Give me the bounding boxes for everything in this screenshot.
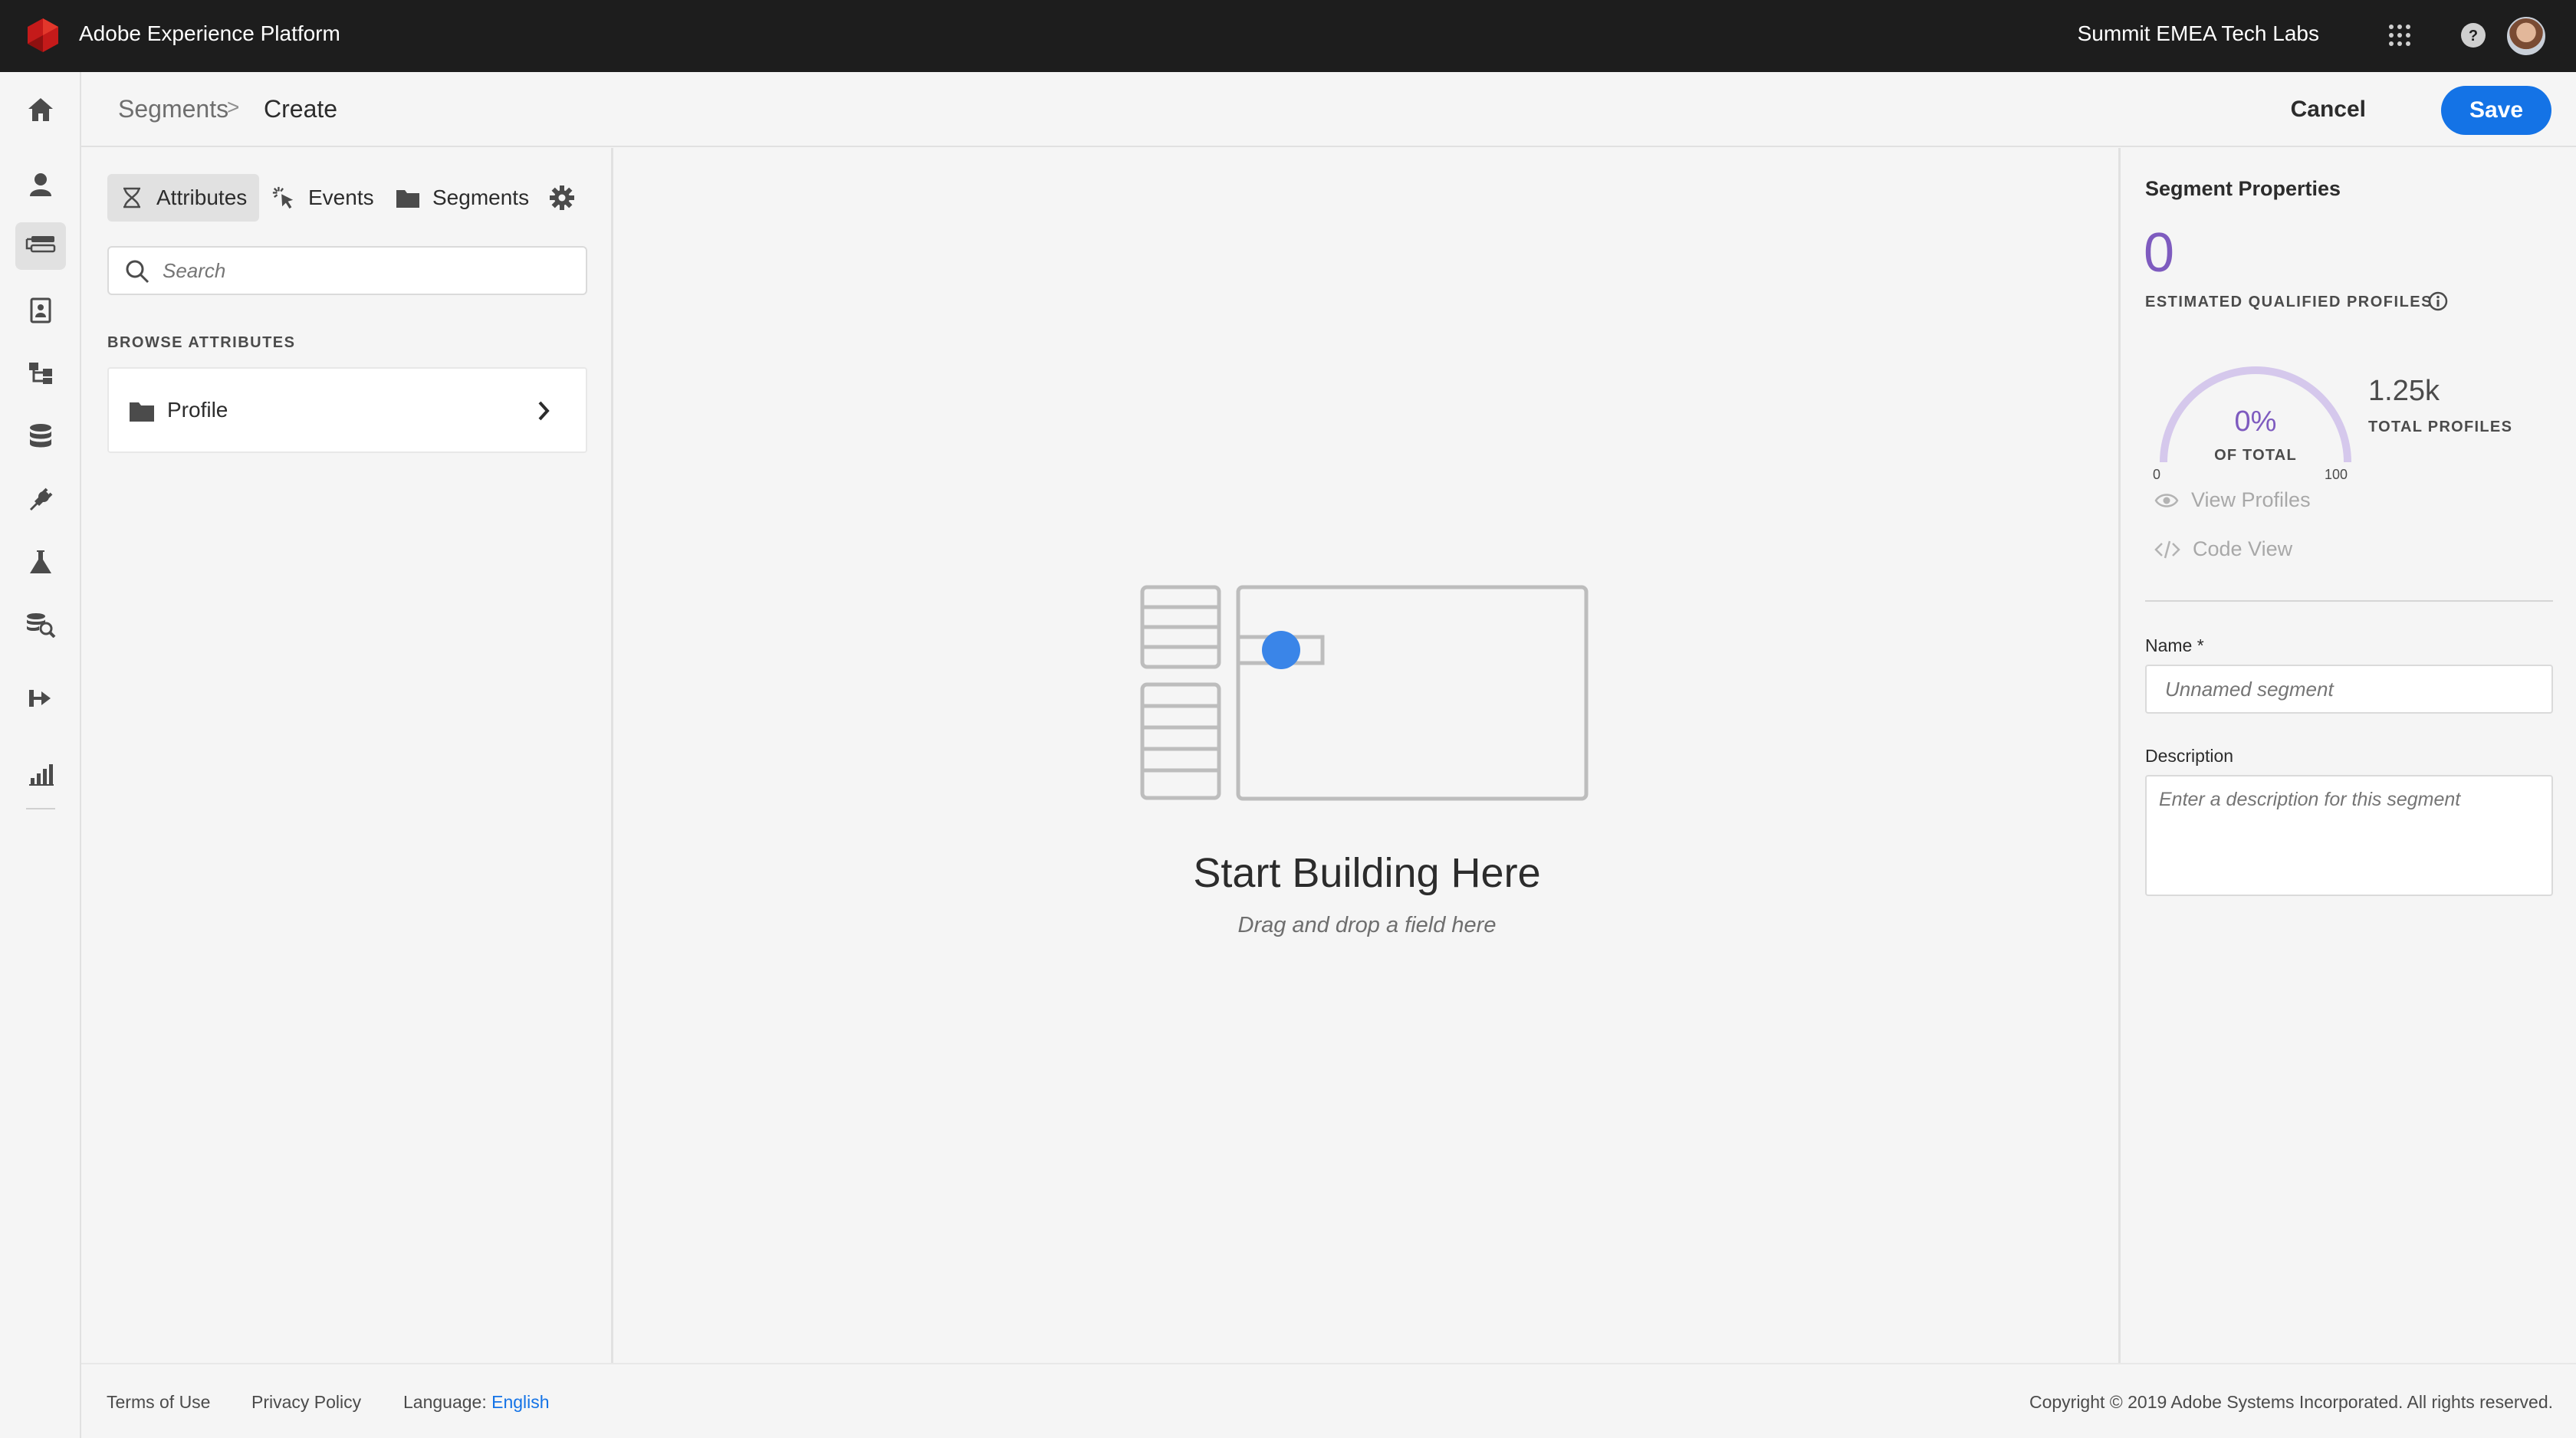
code-icon [2154, 540, 2180, 558]
datasets-icon[interactable] [15, 412, 66, 460]
rail-divider [26, 808, 55, 809]
help-icon[interactable]: ? [2458, 20, 2489, 51]
home-icon[interactable] [15, 86, 66, 133]
tab-events-label: Events [308, 185, 374, 209]
svg-text:?: ? [2469, 28, 2478, 44]
save-button[interactable]: Save [2441, 86, 2551, 135]
tab-segments[interactable]: Segments [383, 174, 541, 222]
search-icon [126, 260, 150, 284]
terms-link[interactable]: Terms of Use [107, 1392, 210, 1413]
search-input[interactable] [163, 254, 569, 287]
sandbox-icon[interactable] [15, 538, 66, 586]
monitoring-icon[interactable] [15, 750, 66, 797]
list-item-profile[interactable]: Profile [107, 367, 587, 453]
apps-grid-icon[interactable] [2384, 20, 2415, 51]
properties-divider [2145, 600, 2553, 602]
segment-builder-canvas[interactable]: Start Building Here Drag and drop a fiel… [616, 148, 2118, 1363]
left-navigation-rail [0, 72, 81, 1438]
segment-properties-panel: Segment Properties 0 ESTIMATED QUALIFIED… [2118, 148, 2576, 1363]
language-selector[interactable]: Language: English [403, 1392, 550, 1413]
total-profiles-value: 1.25k [2368, 375, 2440, 407]
gauge-percent: 0% [2234, 405, 2277, 438]
chevron-right-icon[interactable] [537, 398, 552, 424]
qualified-gauge: 0% OF TOTAL 0 100 [2148, 332, 2363, 493]
events-icon [271, 185, 296, 210]
page-header: Segments > Create Cancel Save [81, 72, 2576, 147]
breadcrumb-segments[interactable]: Segments [118, 95, 228, 123]
attribute-browser-panel: Attributes Events Segments BROWSE ATTRIB… [83, 148, 613, 1363]
view-profiles-label: View Profiles [2191, 488, 2311, 511]
attributes-icon [120, 185, 144, 210]
properties-title: Segment Properties [2145, 177, 2341, 200]
info-icon[interactable] [2427, 291, 2449, 312]
user-avatar[interactable] [2507, 17, 2545, 55]
code-view-link[interactable]: Code View [2154, 537, 2292, 561]
segments-icon[interactable] [15, 222, 66, 270]
view-profiles-link[interactable]: View Profiles [2154, 488, 2311, 512]
identities-icon[interactable] [15, 287, 66, 334]
cancel-button[interactable]: Cancel [2272, 86, 2384, 133]
attribute-search[interactable] [107, 246, 587, 295]
name-field-label: Name * [2145, 635, 2204, 655]
description-field-label: Description [2145, 746, 2234, 766]
folder-icon [396, 185, 420, 210]
tab-attributes-label: Attributes [156, 185, 248, 209]
settings-gear-icon[interactable] [541, 174, 583, 222]
org-switcher[interactable]: Summit EMEA Tech Labs [2078, 21, 2319, 46]
adobe-logo-icon[interactable] [25, 17, 61, 54]
breadcrumb-separator: > [227, 95, 240, 119]
eye-icon [2154, 493, 2179, 507]
language-label: Language: [403, 1392, 487, 1412]
drag-drop-illustration [1140, 585, 1589, 801]
queries-icon[interactable] [15, 601, 66, 648]
profiles-icon[interactable] [15, 161, 66, 208]
language-value[interactable]: English [491, 1392, 549, 1412]
code-view-label: Code View [2193, 537, 2293, 560]
tab-attributes[interactable]: Attributes [107, 174, 260, 222]
tab-events[interactable]: Events [259, 174, 386, 222]
empty-state-title: Start Building Here [1193, 850, 1541, 896]
gauge-of-total: OF TOTAL [2214, 447, 2297, 464]
top-navigation-bar: Adobe Experience Platform Summit EMEA Te… [0, 0, 2576, 72]
empty-state-subtitle: Drag and drop a field here [1237, 913, 1497, 937]
folder-icon [130, 402, 154, 422]
copyright-text: Copyright © 2019 Adobe Systems Incorpora… [2029, 1392, 2553, 1412]
estimated-label: ESTIMATED QUALIFIED PROFILES [2145, 294, 2433, 310]
page-footer: Terms of Use Privacy Policy Language: En… [81, 1363, 2576, 1438]
privacy-link[interactable]: Privacy Policy [251, 1392, 361, 1413]
gauge-min: 0 [2153, 467, 2161, 482]
sources-icon[interactable] [15, 475, 66, 523]
destinations-icon[interactable] [15, 675, 66, 722]
estimated-count: 0 [2144, 222, 2175, 284]
segment-description-input[interactable] [2145, 775, 2553, 896]
list-item-label: Profile [167, 398, 228, 422]
total-profiles-label: TOTAL PROFILES [2368, 419, 2513, 435]
app-title[interactable]: Adobe Experience Platform [79, 21, 340, 46]
schemas-icon[interactable] [15, 350, 66, 397]
tab-segments-label: Segments [432, 185, 530, 209]
breadcrumb-current: Create [264, 95, 338, 123]
browse-attributes-label: BROWSE ATTRIBUTES [107, 334, 296, 351]
gauge-max: 100 [2325, 467, 2348, 482]
segment-name-input[interactable] [2145, 665, 2553, 714]
